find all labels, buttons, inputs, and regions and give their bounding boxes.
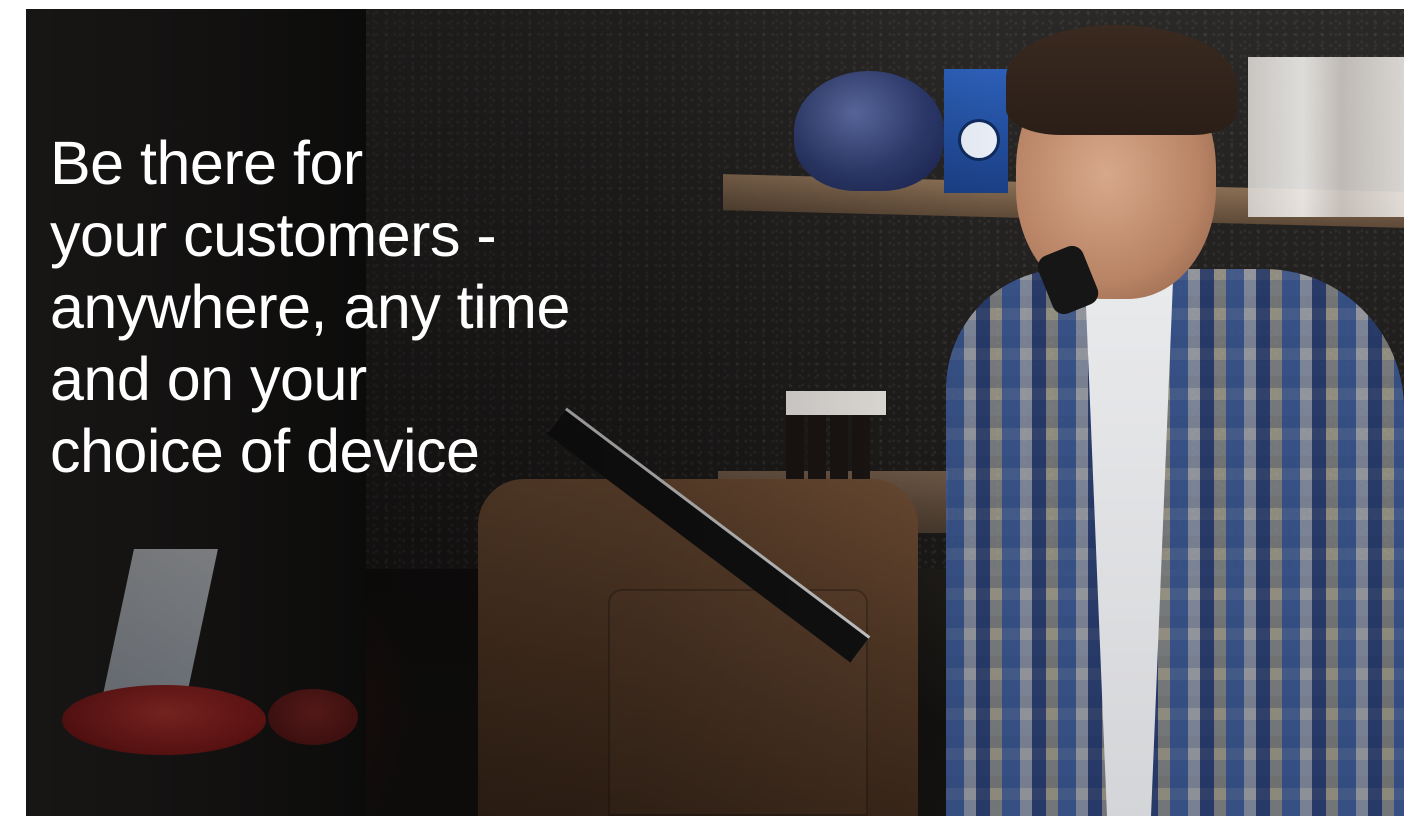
red-frisbee-blurred [268, 689, 358, 745]
headline-line-4: and on your [50, 345, 367, 413]
hair [1006, 25, 1236, 135]
headline-line-2: your customers - [50, 201, 497, 269]
headline-line-5: choice of device [50, 417, 480, 485]
hero-headline: Be there for your customers - anywhere, … [50, 127, 810, 487]
hero-banner: Be there for your customers - anywhere, … [26, 9, 1404, 816]
red-frisbees [62, 685, 266, 755]
skull-ornament-icon [794, 71, 944, 191]
headline-line-1: Be there for [50, 129, 363, 197]
plaid-shirt [946, 269, 1404, 816]
person-on-phone-icon [926, 19, 1404, 816]
headline-line-3: anywhere, any time [50, 273, 570, 341]
